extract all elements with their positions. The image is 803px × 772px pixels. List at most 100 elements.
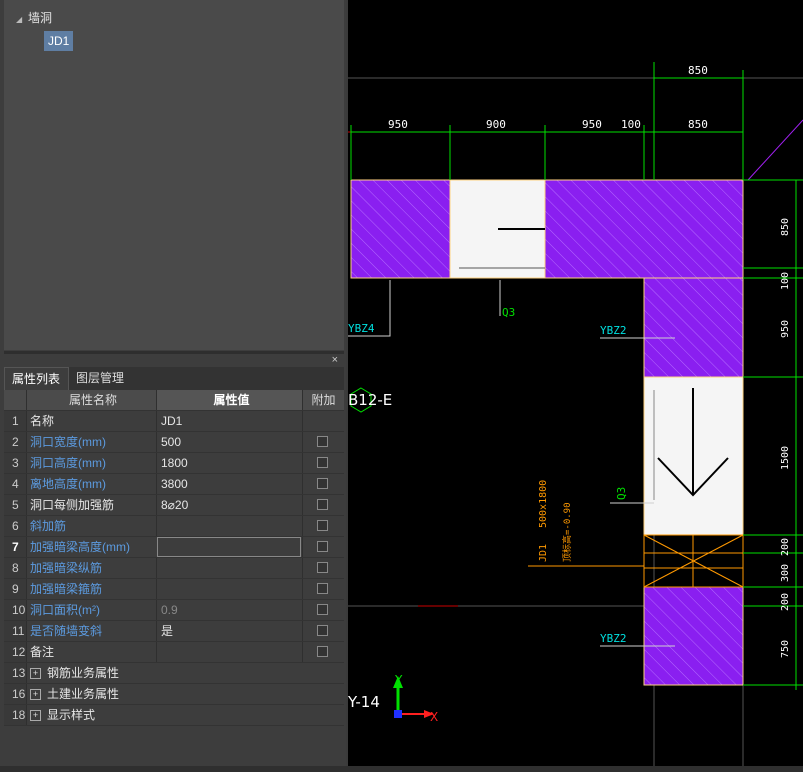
extra-checkbox[interactable] — [317, 478, 328, 489]
component-tree: ◢ 墙洞 JD1 — [4, 0, 344, 350]
dim-right-950: 950 — [780, 320, 791, 338]
tree-item-jd1[interactable]: JD1 — [44, 31, 74, 51]
property-value[interactable] — [156, 579, 302, 599]
group-label: 土建业务属性 — [47, 687, 120, 701]
expand-plus-icon[interactable]: + — [30, 710, 41, 722]
property-row[interactable]: 12 备注 — [4, 642, 344, 663]
property-name: 洞口宽度(mm) — [26, 432, 156, 452]
group-name[interactable]: + 钢筋业务属性 — [26, 663, 212, 683]
property-value[interactable]: JD1 — [156, 411, 302, 431]
property-value[interactable]: 3800 — [156, 474, 302, 494]
label-jd1-elev: 顶标高=-0.90 — [561, 502, 573, 562]
property-name: 加强暗梁纵筋 — [26, 558, 156, 578]
dim-right-750: 750 — [780, 640, 791, 658]
property-value[interactable]: 是 — [156, 621, 302, 641]
property-value-input[interactable] — [157, 537, 301, 557]
extra-checkbox[interactable] — [317, 646, 328, 657]
extra-cell — [302, 600, 344, 620]
diagonal-line — [747, 119, 803, 181]
property-row[interactable]: 11 是否随墙变斜是 — [4, 621, 344, 642]
property-name: 加强暗梁高度(mm) — [26, 537, 156, 557]
property-row[interactable]: 1 名称 JD1 — [4, 411, 344, 432]
property-row[interactable]: 4 离地高度(mm) 3800 — [4, 474, 344, 495]
property-value[interactable] — [156, 558, 302, 578]
property-row[interactable]: 10 洞口面积(m²) 0.9 — [4, 600, 344, 621]
extra-checkbox[interactable] — [317, 520, 328, 531]
property-row[interactable]: 6 斜加筋 — [4, 516, 344, 537]
extra-checkbox[interactable] — [317, 562, 328, 573]
expand-plus-icon[interactable]: + — [30, 689, 41, 701]
property-group-row[interactable]: 18 + 显示样式 — [4, 705, 344, 726]
property-value[interactable]: 500 — [156, 432, 302, 452]
property-name: 洞口每侧加强筋 — [26, 495, 156, 515]
property-value[interactable]: 0.9 — [156, 600, 302, 620]
svg-text:Y: Y — [394, 673, 403, 687]
expand-plus-icon[interactable]: + — [30, 668, 41, 680]
property-name: 洞口高度(mm) — [26, 453, 156, 473]
property-row[interactable]: 7 加强暗梁高度(mm) — [4, 537, 344, 558]
dim-right-850: 850 — [780, 218, 791, 236]
extra-checkbox[interactable] — [317, 604, 328, 615]
cad-drawing-canvas[interactable]: 850 950 900 950 100 850 850 100 950 1500… — [348, 0, 803, 772]
property-group-row[interactable]: 13 + 钢筋业务属性 — [4, 663, 344, 684]
group-name[interactable]: + 显示样式 — [26, 705, 212, 725]
dim-900: 900 — [486, 118, 506, 131]
extra-cell — [302, 495, 344, 515]
extra-checkbox[interactable] — [317, 436, 328, 447]
row-number: 12 — [4, 642, 26, 662]
dim-right-100: 100 — [780, 272, 791, 290]
top-dimension-labels: 850 950 900 950 100 850 — [388, 64, 708, 131]
label-jd1-size: 500x1800 — [538, 480, 549, 528]
extra-checkbox[interactable] — [317, 625, 328, 636]
dim-950-a: 950 — [388, 118, 408, 131]
header-value: 属性值 — [156, 390, 302, 410]
jd1-opening[interactable] — [643, 534, 744, 588]
extra-checkbox[interactable] — [317, 457, 328, 468]
property-row[interactable]: 9 加强暗梁箍筋 — [4, 579, 344, 600]
extra-cell — [302, 579, 344, 599]
grid-header: 属性名称 属性值 附加 — [4, 390, 344, 411]
row-number: 8 — [4, 558, 26, 578]
status-bar — [0, 766, 803, 772]
dim-right-1500: 1500 — [780, 446, 791, 470]
dim-right-200-a: 200 — [780, 538, 791, 556]
close-icon[interactable]: × — [332, 354, 338, 366]
row-number: 9 — [4, 579, 26, 599]
label-jd1: JD1 — [538, 544, 549, 562]
group-name[interactable]: + 土建业务属性 — [26, 684, 212, 704]
extra-checkbox[interactable] — [317, 541, 328, 552]
header-name: 属性名称 — [26, 390, 156, 410]
row-number: 18 — [4, 705, 26, 725]
ybz2-column-hatch — [643, 277, 744, 378]
row-number: 2 — [4, 432, 26, 452]
property-row[interactable]: 3 洞口高度(mm) 1800 — [4, 453, 344, 474]
extra-checkbox[interactable] — [317, 499, 328, 510]
element-labels: YBZ4 Q3 YBZ2 Q3 YBZ2 — [348, 306, 628, 645]
property-row[interactable]: 8 加强暗梁纵筋 — [4, 558, 344, 579]
property-value[interactable] — [156, 642, 302, 662]
label-q3-side: Q3 — [615, 487, 628, 500]
collapse-caret-icon[interactable]: ◢ — [16, 12, 28, 28]
row-number: 1 — [4, 411, 26, 431]
extra-cell — [302, 453, 344, 473]
extra-cell — [302, 411, 344, 431]
right-dimension-labels: 850 100 950 1500 200 300 200 750 — [780, 218, 791, 658]
property-row[interactable]: 5 洞口每侧加强筋 8⌀20 — [4, 495, 344, 516]
extra-checkbox[interactable] — [317, 583, 328, 594]
property-row[interactable]: 2 洞口宽度(mm) 500 — [4, 432, 344, 453]
property-value[interactable]: 8⌀20 — [156, 495, 302, 515]
tree-node-wall-opening[interactable]: ◢ 墙洞 — [16, 10, 52, 26]
ucs-axis-icon: Y X — [393, 673, 438, 724]
label-ybz4: YBZ4 — [348, 322, 375, 335]
extra-cell — [302, 516, 344, 536]
property-name: 离地高度(mm) — [26, 474, 156, 494]
tab-layer-management[interactable]: 图层管理 — [69, 367, 135, 390]
header-extra: 附加 — [302, 390, 344, 410]
extra-cell — [302, 474, 344, 494]
svg-text:X: X — [430, 710, 438, 724]
property-value[interactable]: 1800 — [156, 453, 302, 473]
tab-property-list[interactable]: 属性列表 — [4, 367, 69, 390]
label-ybz2-bottom: YBZ2 — [600, 632, 627, 645]
property-group-row[interactable]: 16 + 土建业务属性 — [4, 684, 344, 705]
property-value[interactable] — [156, 516, 302, 536]
